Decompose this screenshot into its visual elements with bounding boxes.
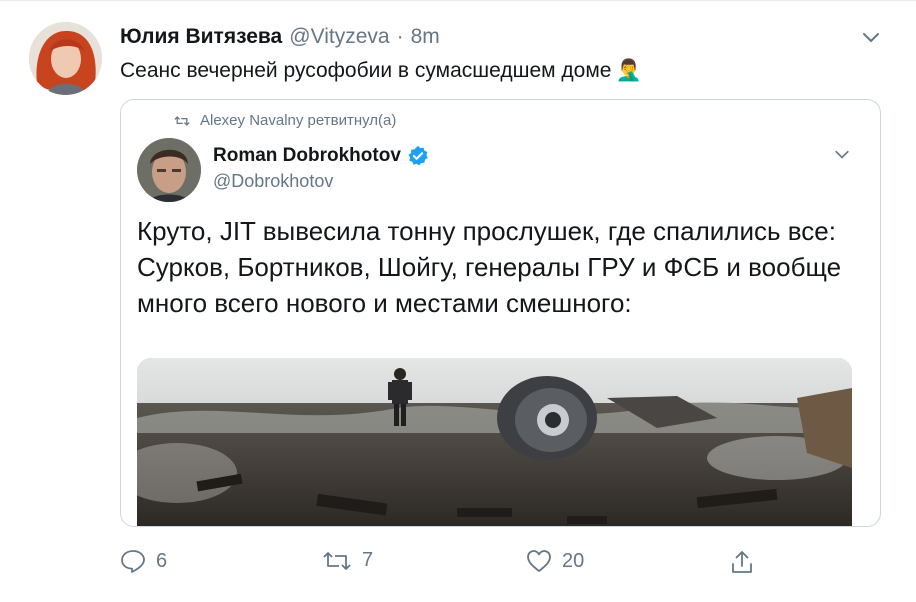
like-button[interactable]: 20 [526, 549, 584, 573]
share-icon [732, 551, 752, 573]
chevron-down-icon [863, 33, 879, 43]
retweet-context: Alexey Navalny ретвитнул(а) [174, 112, 396, 129]
tweet[interactable]: Юлия Витязева @Vityzeva · 8m Сеанс вечер… [0, 0, 916, 602]
quoted-author-handle[interactable]: @Dobrokhotov [213, 171, 333, 192]
author-avatar[interactable] [29, 22, 102, 95]
retweeted-by-label[interactable]: Alexey Navalny ретвитнул(а) [200, 112, 396, 129]
tweet-menu-button[interactable] [860, 27, 882, 49]
retweet-count: 7 [362, 549, 374, 571]
retweet-icon [323, 551, 351, 570]
author-name[interactable]: Юлия Витязева [120, 25, 282, 49]
quoted-tweet-text: Круто, JIT вывесила тонну прослушек, где… [137, 216, 842, 318]
quoted-author-avatar[interactable] [137, 138, 201, 202]
retweet-icon [174, 115, 190, 126]
tweet-actions: 6 7 20 [120, 549, 760, 585]
separator-dot: · [396, 25, 404, 48]
like-icon [527, 550, 551, 572]
tweet-text-content: Сеанс вечерней русофобии в сумасшедшем д… [120, 59, 612, 82]
author-handle[interactable]: @Vityzeva [289, 25, 389, 49]
reply-count: 6 [156, 549, 168, 572]
tweet-header: Юлия Витязева @Vityzeva · 8m [120, 25, 440, 51]
tweet-time[interactable]: 8m [411, 25, 440, 49]
reply-button[interactable]: 6 [120, 549, 167, 573]
verified-badge-icon [408, 145, 428, 166]
share-button[interactable] [730, 549, 754, 575]
facepalm-emoji-icon: 🤦‍♂️ [615, 59, 642, 82]
chevron-down-icon [835, 150, 849, 159]
quoted-tweet-image[interactable] [137, 358, 852, 526]
quoted-tweet[interactable]: Alexey Navalny ретвитнул(а) Roman Dobrok… [120, 99, 881, 527]
reply-icon [121, 550, 145, 573]
tweet-text: Сеанс вечерней русофобии в сумасшедшем д… [120, 59, 642, 83]
retweet-button[interactable]: 7 [322, 549, 373, 572]
quoted-author-name[interactable]: Roman Dobrokhotov [213, 145, 401, 167]
like-count: 20 [562, 549, 585, 572]
quoted-author-row: Roman Dobrokhotov [213, 145, 429, 167]
quoted-tweet-menu-button[interactable] [831, 144, 853, 166]
